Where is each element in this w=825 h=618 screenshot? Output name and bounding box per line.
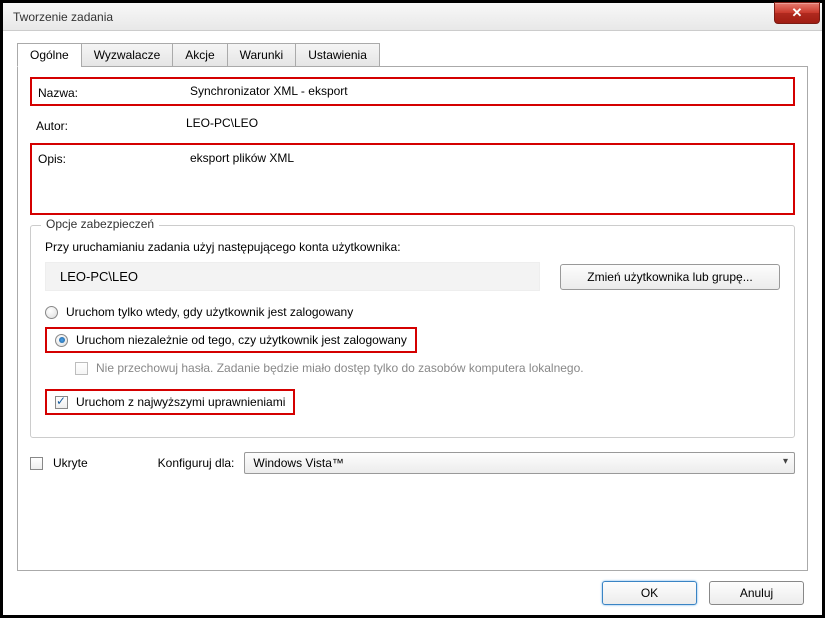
titlebar: Tworzenie zadania ✕ xyxy=(3,3,822,31)
security-groupbox-title: Opcje zabezpieczeń xyxy=(41,217,159,231)
highest-priv-label: Uruchom z najwyższymi uprawnieniami xyxy=(76,395,285,409)
radio-label-any: Uruchom niezależnie od tego, czy użytkow… xyxy=(76,333,407,347)
tab-settings[interactable]: Ustawienia xyxy=(295,43,380,67)
tab-panel-general: Nazwa: Autor: LEO-PC\LEO Opis: Opcje zab… xyxy=(17,66,808,571)
checkbox-icon xyxy=(55,396,68,409)
checkbox-icon xyxy=(75,362,88,375)
window-title: Tworzenie zadania xyxy=(13,10,113,24)
author-row: Autor: LEO-PC\LEO xyxy=(30,112,795,137)
window-body: Ogólne Wyzwalacze Akcje Warunki Ustawien… xyxy=(3,31,822,615)
tab-triggers[interactable]: Wyzwalacze xyxy=(81,43,174,67)
radio-run-whether-logged-on[interactable]: Uruchom niezależnie od tego, czy użytkow… xyxy=(45,327,780,353)
close-button[interactable]: ✕ xyxy=(774,2,820,24)
dialog-buttons: OK Anuluj xyxy=(17,571,808,605)
author-label: Autor: xyxy=(36,116,186,133)
checkbox-no-store-password: Nie przechowuj hasła. Zadanie będzie mia… xyxy=(75,361,780,375)
name-input[interactable] xyxy=(188,83,787,99)
ok-button[interactable]: OK xyxy=(602,581,697,605)
name-row: Nazwa: xyxy=(30,77,795,106)
name-label: Nazwa: xyxy=(38,83,188,100)
bottom-row: Ukryte Konfiguruj dla: Windows Vista™ xyxy=(30,452,795,474)
configure-for-select[interactable]: Windows Vista™ xyxy=(244,452,795,474)
account-display: LEO-PC\LEO xyxy=(45,262,540,291)
hidden-label: Ukryte xyxy=(53,456,88,470)
description-row: Opis: xyxy=(30,143,795,215)
hidden-checkbox[interactable] xyxy=(30,457,43,470)
author-value: LEO-PC\LEO xyxy=(186,116,789,130)
checkbox-highest-privileges[interactable]: Uruchom z najwyższymi uprawnieniami xyxy=(45,389,780,415)
change-user-button[interactable]: Zmień użytkownika lub grupę... xyxy=(560,264,780,290)
no-store-pw-label: Nie przechowuj hasła. Zadanie będzie mia… xyxy=(96,361,584,375)
radio-run-only-logged-on[interactable]: Uruchom tylko wtedy, gdy użytkownik jest… xyxy=(45,305,780,319)
close-icon: ✕ xyxy=(792,5,803,21)
radio-label-logged-on: Uruchom tylko wtedy, gdy użytkownik jest… xyxy=(66,305,353,319)
configure-for-value: Windows Vista™ xyxy=(253,456,343,470)
account-row: LEO-PC\LEO Zmień użytkownika lub grupę..… xyxy=(45,262,780,291)
radio-icon xyxy=(45,306,58,319)
tab-strip: Ogólne Wyzwalacze Akcje Warunki Ustawien… xyxy=(17,43,808,67)
configure-for-label: Konfiguruj dla: xyxy=(158,456,235,470)
cancel-button[interactable]: Anuluj xyxy=(709,581,804,605)
radio-icon xyxy=(55,334,68,347)
tab-actions[interactable]: Akcje xyxy=(172,43,227,67)
security-groupbox: Opcje zabezpieczeń Przy uruchamianiu zad… xyxy=(30,225,795,438)
tab-general[interactable]: Ogólne xyxy=(17,43,82,67)
description-label: Opis: xyxy=(38,149,188,166)
tab-conditions[interactable]: Warunki xyxy=(227,43,297,67)
description-input[interactable] xyxy=(188,149,787,195)
account-prompt: Przy uruchamianiu zadania użyj następują… xyxy=(45,240,780,254)
